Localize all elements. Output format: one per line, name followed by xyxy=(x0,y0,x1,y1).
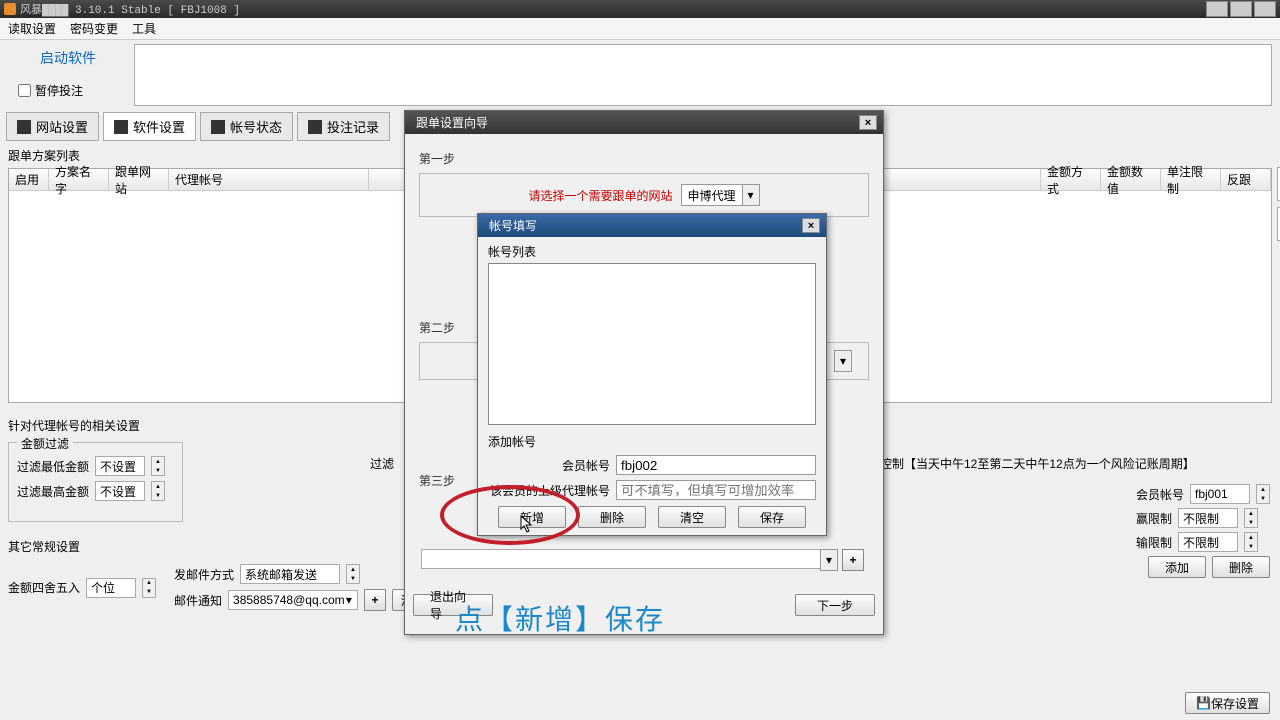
instruction-overlay: 点【新增】保存 xyxy=(455,598,665,638)
tab-software-settings[interactable]: 软件设置 xyxy=(103,112,196,141)
menu-bar: 读取设置 密码变更 工具 xyxy=(0,18,1280,40)
rounding-select[interactable]: 个位 xyxy=(86,578,136,598)
site-select[interactable]: 申博代理 xyxy=(681,184,743,206)
add-mail-button[interactable]: + xyxy=(364,589,386,611)
mail-method-select[interactable]: 系统邮箱发送 xyxy=(240,564,340,584)
list-icon xyxy=(308,120,322,134)
save-settings-button[interactable]: 💾 保存设置 xyxy=(1185,692,1270,714)
min-amount-select[interactable]: 不设置 xyxy=(95,456,145,476)
save-icon: 💾 xyxy=(1196,696,1211,710)
risk-panel: 会员帐号 fbj001 ▲▼ 赢限制 不限制 ▲▼ 输限制 不限制 ▲▼ 添加 … xyxy=(1136,480,1270,582)
chevron-down-icon[interactable]: ▾ xyxy=(742,184,760,206)
step3-combo[interactable] xyxy=(421,549,821,569)
col-name[interactable]: 方案名字 xyxy=(49,169,109,190)
maximize-button[interactable]: □ xyxy=(1230,1,1252,17)
col-site[interactable]: 跟单网站 xyxy=(109,169,169,190)
mail-address-select[interactable]: 385885748@qq.com▾ xyxy=(228,590,358,610)
col-amt-type[interactable]: 金额方式 xyxy=(1041,169,1101,190)
win-limit-select[interactable]: 不限制 xyxy=(1178,508,1238,528)
risk-label: 控制【当天中午12至第二天中午12点为一个风险记账周期】 xyxy=(880,455,1195,472)
col-reverse[interactable]: 反跟 xyxy=(1221,169,1271,190)
pause-checkbox-input[interactable] xyxy=(18,84,31,97)
min-amount-spinner[interactable]: ▲▼ xyxy=(151,456,165,476)
step3-add-button[interactable]: + xyxy=(842,549,864,571)
amount-filter-group: 金额过滤 过滤最低金额 不设置 ▲▼ 过滤最高金额 不设置 ▲▼ xyxy=(8,442,183,522)
account-dialog-close[interactable]: × xyxy=(802,218,820,233)
pause-checkbox[interactable]: 暂停投注 xyxy=(8,82,128,99)
delete-button[interactable]: 删除 xyxy=(578,506,646,528)
app-icon xyxy=(4,3,16,15)
clear-button[interactable]: 清空 xyxy=(658,506,726,528)
lose-limit-select[interactable]: 不限制 xyxy=(1178,532,1238,552)
col-enable[interactable]: 启用 xyxy=(9,169,49,190)
log-area xyxy=(134,44,1272,106)
risk-add-button[interactable]: 添加 xyxy=(1148,556,1206,578)
tab-website-settings[interactable]: 网站设置 xyxy=(6,112,99,141)
max-amount-spinner[interactable]: ▲▼ xyxy=(151,481,165,501)
globe-icon xyxy=(17,120,31,134)
col-proxy[interactable]: 代理帐号 xyxy=(169,169,369,190)
add-account-label: 添加帐号 xyxy=(488,433,816,450)
minimize-button[interactable]: _ xyxy=(1206,1,1228,17)
account-listbox[interactable] xyxy=(488,263,816,425)
start-software-button[interactable]: 启动软件 xyxy=(8,44,128,72)
step1-label: 第一步 xyxy=(419,144,869,173)
tab-account-status[interactable]: 帐号状态 xyxy=(200,112,293,141)
risk-del-button[interactable]: 删除 xyxy=(1212,556,1270,578)
filter-label: 过滤 xyxy=(370,455,394,472)
col-amt-val[interactable]: 金额数值 xyxy=(1101,169,1161,190)
proxy-account-input[interactable] xyxy=(616,480,816,500)
window-titlebar: 风暴████ 3.10.1 Stable [ FBJ1008 ] _ □ × xyxy=(0,0,1280,18)
menu-tools[interactable]: 工具 xyxy=(132,20,156,37)
wizard-close-button[interactable]: × xyxy=(859,115,877,130)
menu-read[interactable]: 读取设置 xyxy=(8,20,56,37)
menu-password[interactable]: 密码变更 xyxy=(70,20,118,37)
step2-dropdown[interactable]: ▾ xyxy=(834,350,852,372)
gear-icon xyxy=(114,120,128,134)
window-title: 风暴████ 3.10.1 Stable [ FBJ1008 ] xyxy=(20,1,240,17)
max-amount-select[interactable]: 不设置 xyxy=(95,481,145,501)
tab-bet-records[interactable]: 投注记录 xyxy=(297,112,390,141)
user-icon xyxy=(211,120,225,134)
rounding-spinner[interactable]: ▲▼ xyxy=(142,578,156,598)
close-button[interactable]: × xyxy=(1254,1,1276,17)
next-step-button[interactable]: 下一步 xyxy=(795,594,875,616)
member-account-input[interactable] xyxy=(616,455,816,475)
account-list-label: 帐号列表 xyxy=(488,243,816,260)
account-dialog: 帐号填写 × 帐号列表 添加帐号 会员帐号 该会员的上级代理帐号 新增 删除 清… xyxy=(477,213,827,536)
new-button[interactable]: 新增 xyxy=(498,506,566,528)
risk-account-select[interactable]: fbj001 xyxy=(1190,484,1250,504)
save-button[interactable]: 保存 xyxy=(738,506,806,528)
col-limit[interactable]: 单注限制 xyxy=(1161,169,1221,190)
